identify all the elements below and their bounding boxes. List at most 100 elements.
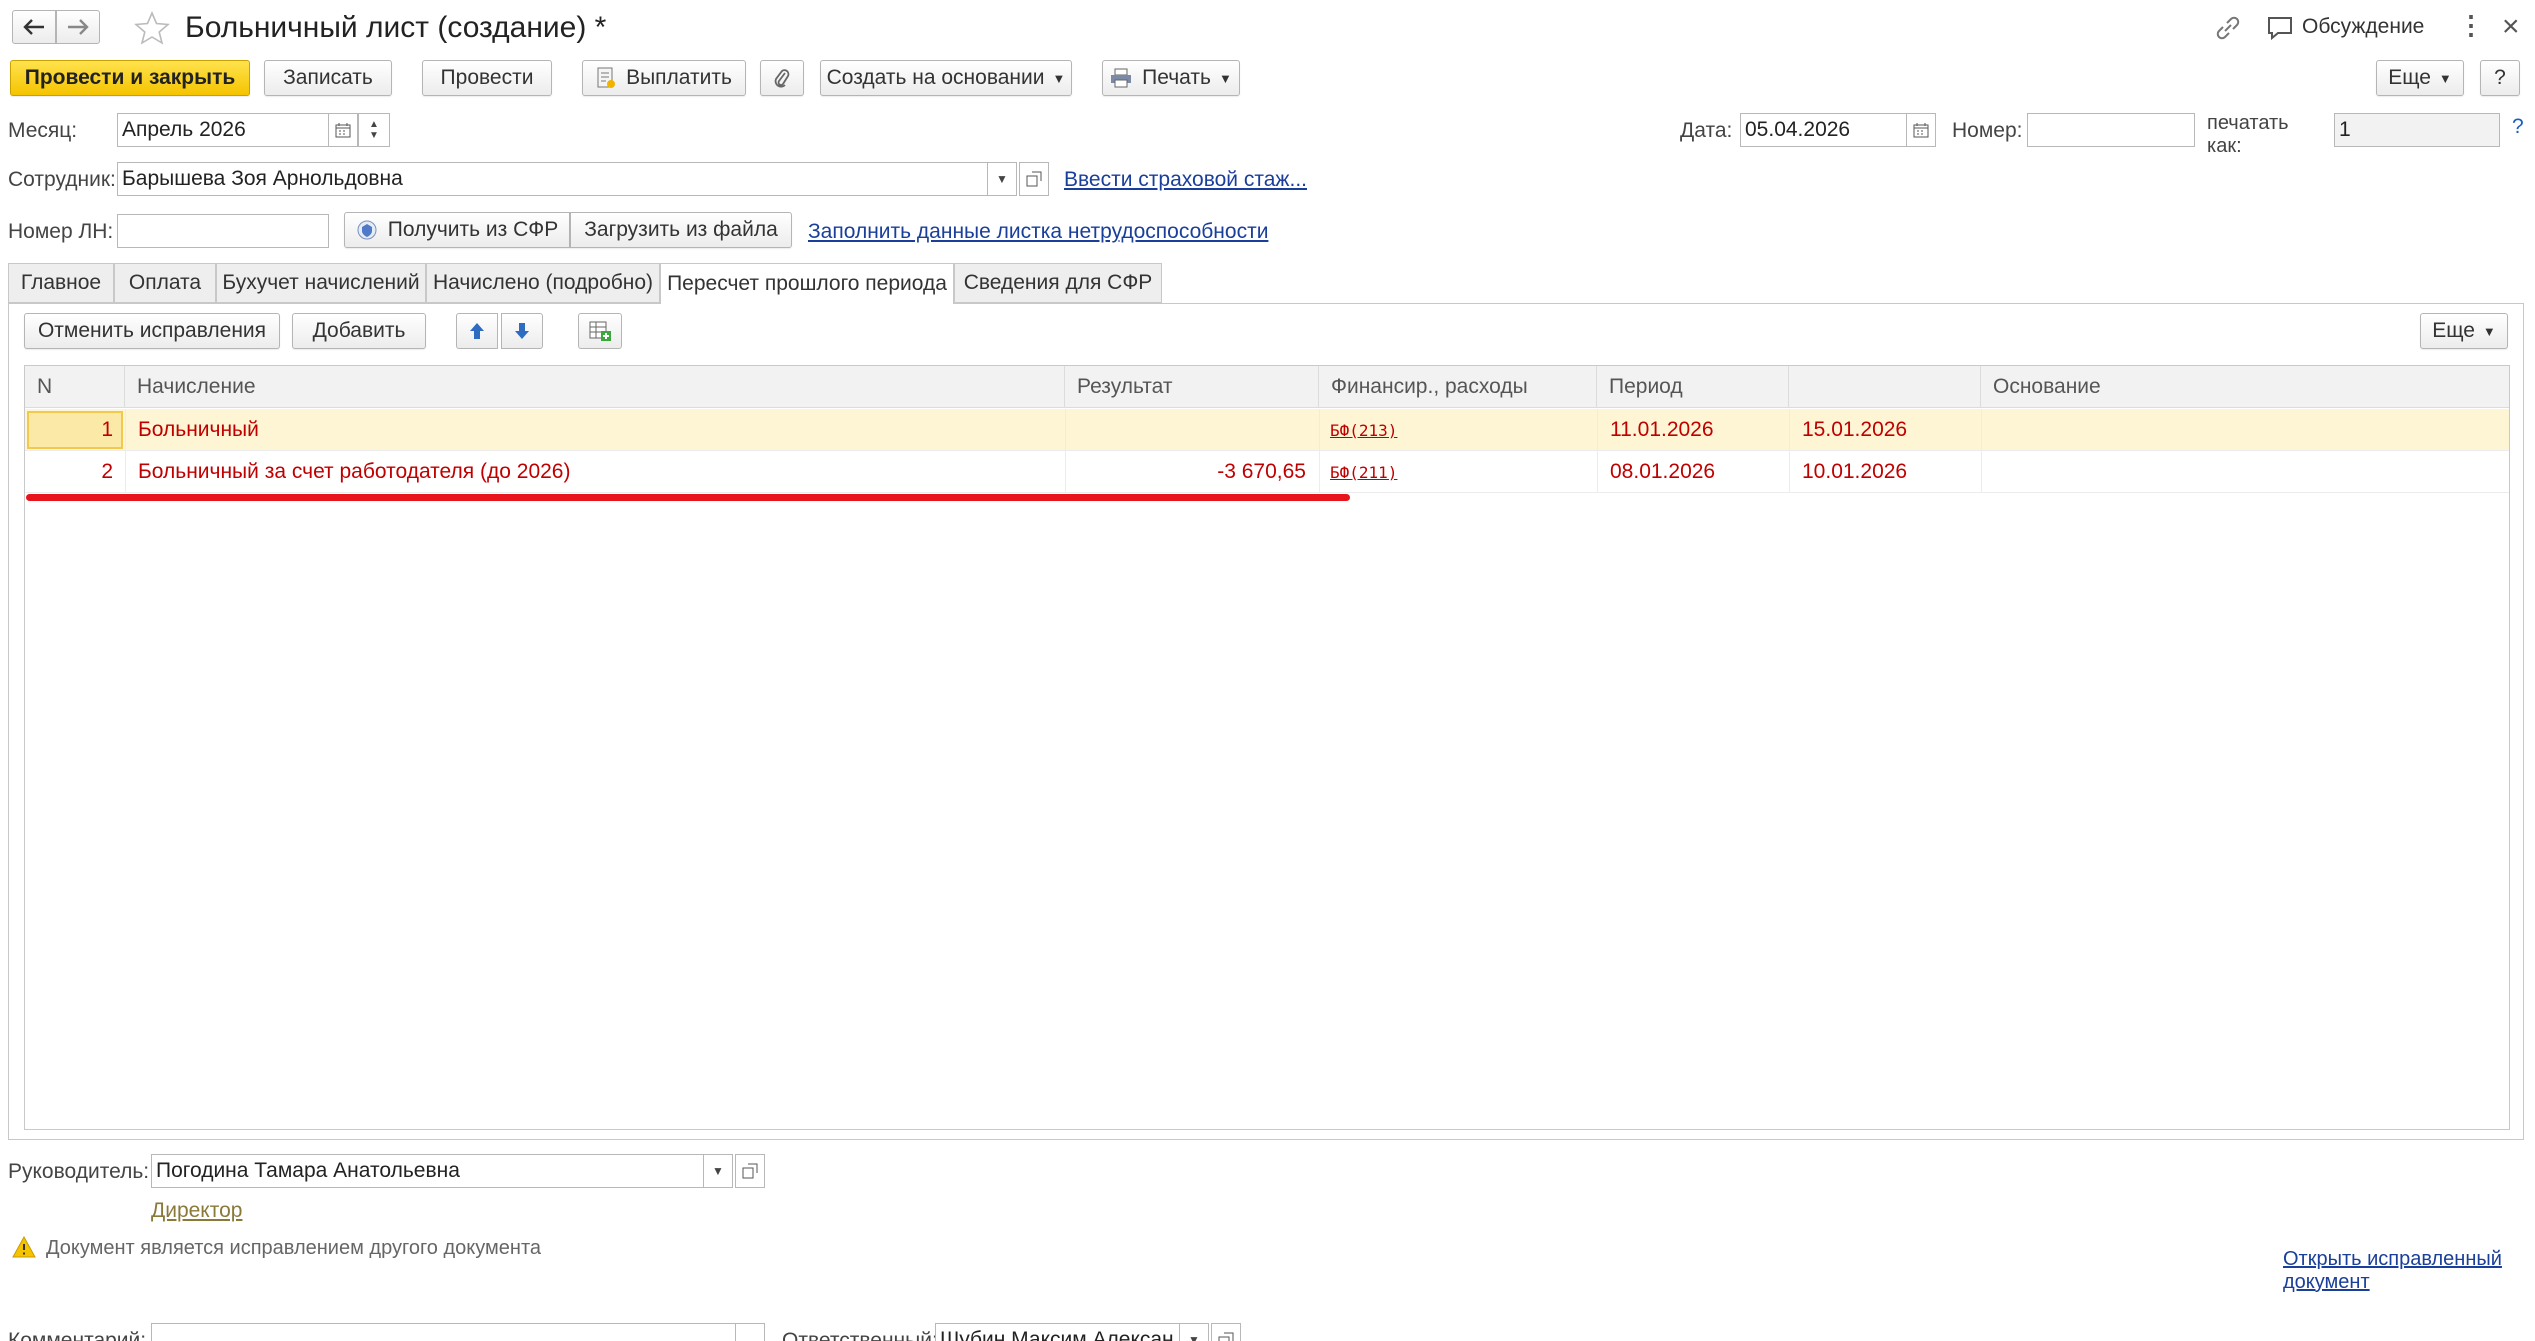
manager-field[interactable]: Погодина Тамара Анатольевна <box>151 1154 705 1188</box>
cancel-corrections-button[interactable]: Отменить исправления <box>24 313 280 349</box>
document-pay-icon <box>597 67 616 88</box>
responsible-dropdown-button[interactable]: ▼ <box>1179 1323 1209 1341</box>
table-settings-button[interactable] <box>578 313 622 349</box>
date-label: Дата: <box>1680 119 1733 142</box>
arrow-up-icon <box>470 323 484 339</box>
move-up-button[interactable] <box>456 313 498 349</box>
manager-position-link[interactable]: Директор <box>151 1199 242 1223</box>
post-and-close-button[interactable]: Провести и закрыть <box>10 60 250 96</box>
col-header-period[interactable]: Период <box>1597 366 1789 408</box>
col-header-financing[interactable]: Финансир., расходы <box>1319 366 1597 408</box>
stepper-up-icon[interactable]: ▲ <box>369 119 379 130</box>
ln-number-label: Номер ЛН: <box>8 220 114 243</box>
col-header-n[interactable]: N <box>25 366 125 408</box>
comment-field[interactable] <box>151 1323 737 1341</box>
more-button[interactable]: Еще ▼ <box>2376 60 2464 96</box>
tab-past-period-recalc[interactable]: Пересчет прошлого периода <box>660 263 954 304</box>
tab-payment[interactable]: Оплата <box>114 263 216 303</box>
col-header-accrual[interactable]: Начисление <box>125 366 1065 408</box>
caret-down-icon: ▼ <box>2482 323 2496 339</box>
tab-accounting[interactable]: Бухучет начислений <box>216 263 426 303</box>
row-2-n: 2 <box>101 460 113 483</box>
manager-open-button[interactable] <box>735 1154 765 1188</box>
col-header-basis[interactable]: Основание <box>1981 366 2509 408</box>
manager-dropdown-button[interactable]: ▼ <box>703 1154 733 1188</box>
create-based-label: Создать на основании <box>826 66 1045 89</box>
fill-sick-leave-link[interactable]: Заполнить данные листка нетрудоспособнос… <box>808 220 1268 244</box>
open-fixed-line2: документ <box>2283 1271 2370 1293</box>
row-1-result <box>1065 409 1306 451</box>
tab-main[interactable]: Главное <box>8 263 114 303</box>
row-1-period-to: 15.01.2026 <box>1802 418 1908 441</box>
discussion-icon[interactable] <box>2266 15 2294 41</box>
caret-down-icon: ▼ <box>1052 70 1066 86</box>
load-from-file-button[interactable]: Загрузить из файла <box>570 212 792 248</box>
calendar-icon <box>335 123 351 138</box>
print-button[interactable]: Печать ▼ <box>1102 60 1240 96</box>
move-down-button[interactable] <box>501 313 543 349</box>
print-as-field[interactable]: 1 <box>2334 113 2500 147</box>
comment-expand-button[interactable]: … <box>735 1323 765 1341</box>
col-header-period-to[interactable] <box>1789 366 1981 408</box>
number-field[interactable] <box>2027 113 2195 147</box>
add-row-button[interactable]: Добавить <box>292 313 426 349</box>
ln-number-field[interactable] <box>117 214 329 248</box>
month-field[interactable]: Апрель 2026 <box>117 113 329 147</box>
date-calendar-button[interactable] <box>1906 113 1936 147</box>
month-stepper[interactable]: ▲ ▼ <box>358 113 390 147</box>
close-icon[interactable]: × <box>2502 10 2520 44</box>
print-as-help-link[interactable]: ? <box>2512 115 2524 139</box>
back-button[interactable] <box>12 10 56 44</box>
caret-down-icon: ▼ <box>1218 70 1232 86</box>
table-more-button[interactable]: Еще ▼ <box>2420 313 2508 349</box>
comment-label: Комментарий: <box>8 1329 147 1341</box>
stepper-down-icon[interactable]: ▼ <box>369 130 379 141</box>
responsible-open-button[interactable] <box>1211 1323 1241 1341</box>
get-from-sfr-label: Получить из СФР <box>387 218 559 241</box>
discussion-button[interactable]: Обсуждение <box>2302 15 2424 39</box>
more-label: Еще <box>2388 66 2431 89</box>
row-1-accrual: Больничный <box>138 418 259 441</box>
insurance-experience-link[interactable]: Ввести страховой стаж... <box>1064 168 1307 192</box>
col-divider <box>1789 409 1790 493</box>
date-field[interactable]: 05.04.2026 <box>1740 113 1908 147</box>
tab-sfr-info[interactable]: Сведения для СФР <box>954 263 1162 303</box>
number-label: Номер: <box>1952 119 2023 142</box>
arrow-down-icon <box>515 323 529 339</box>
calendar-button[interactable] <box>328 113 358 147</box>
pay-button[interactable]: Выплатить <box>582 60 746 96</box>
forward-button[interactable] <box>56 10 100 44</box>
col-divider <box>1981 409 1982 493</box>
save-button[interactable]: Записать <box>264 60 392 96</box>
row-1-financing-link[interactable]: БФ(213) <box>1330 409 1397 451</box>
table-more-label: Еще <box>2432 319 2475 342</box>
correction-warning-text: Документ является исправлением другого д… <box>46 1237 542 1259</box>
more-vertical-icon[interactable]: ⋮ <box>2458 12 2484 38</box>
window-title: Больничный лист (создание) * <box>185 11 607 44</box>
post-button[interactable]: Провести <box>422 60 552 96</box>
employee-open-button[interactable] <box>1019 162 1049 196</box>
help-button[interactable]: ? <box>2480 60 2520 96</box>
open-form-icon <box>742 1163 758 1179</box>
open-fixed-document-link[interactable]: Открыть исправленный документ <box>2283 1248 2502 1294</box>
print-as-label: печатать как: <box>2207 112 2289 158</box>
open-form-icon <box>1026 171 1042 187</box>
responsible-label: Ответственный: <box>782 1329 938 1341</box>
create-based-button[interactable]: Создать на основании ▼ <box>820 60 1072 96</box>
col-header-result[interactable]: Результат <box>1065 366 1319 408</box>
tab-accrued-detailed[interactable]: Начислено (подробно) <box>426 263 660 303</box>
star-icon[interactable] <box>134 11 170 45</box>
employee-field[interactable]: Барышева Зоя Арнольдовна <box>117 162 989 196</box>
attach-button[interactable] <box>760 60 804 96</box>
print-as-label-line2: как: <box>2207 135 2242 157</box>
manager-label: Руководитель: <box>8 1160 150 1183</box>
row-2-financing-link[interactable]: БФ(211) <box>1330 451 1397 493</box>
month-label: Месяц: <box>8 119 78 142</box>
row-1-period-from: 11.01.2026 <box>1610 418 1714 441</box>
responsible-field[interactable]: Шубин Максим Алексан <box>935 1323 1181 1341</box>
employee-dropdown-button[interactable]: ▼ <box>987 162 1017 196</box>
paperclip-icon <box>774 69 790 88</box>
get-from-sfr-button[interactable]: Получить из СФР <box>344 212 570 248</box>
link-icon[interactable] <box>2214 14 2242 42</box>
sfr-shield-icon <box>357 220 377 240</box>
